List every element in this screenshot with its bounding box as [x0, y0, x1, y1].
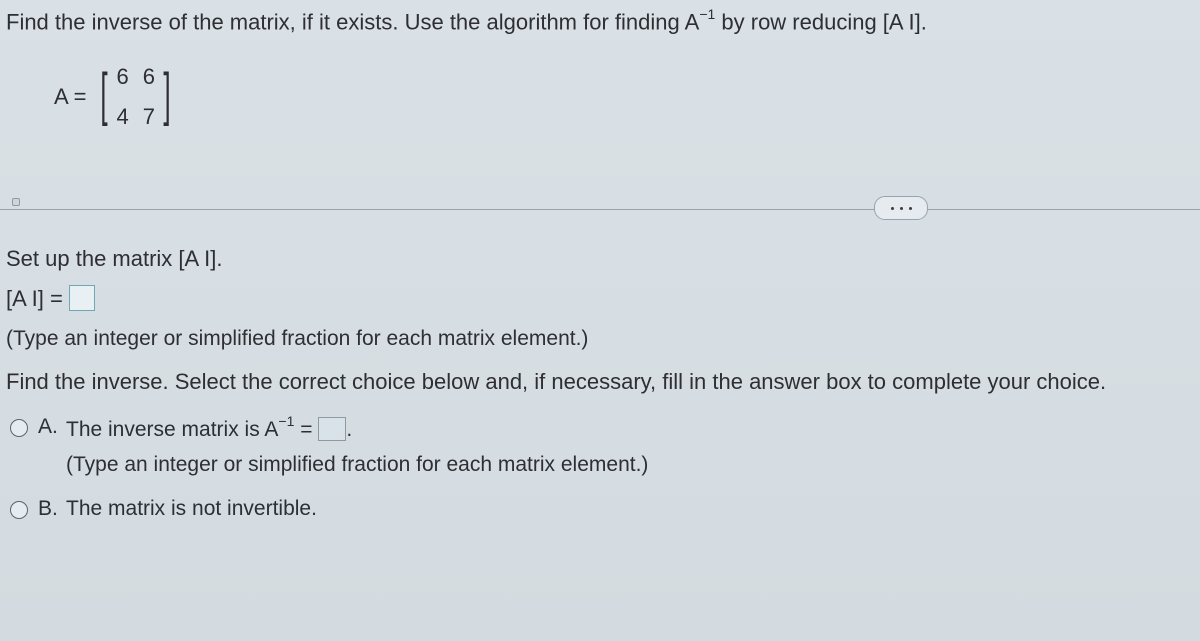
- prompt-text: Find the inverse of the matrix, if it ex…: [6, 8, 1194, 36]
- dot-icon: [891, 207, 894, 210]
- choice-a-exp: −1: [278, 413, 294, 429]
- cell-r2c2: 7: [143, 104, 155, 130]
- more-options-button[interactable]: [874, 196, 928, 220]
- step1-expression: [A I] =: [6, 286, 1194, 313]
- prompt-prefix: Find the inverse of the matrix, if it ex…: [6, 9, 699, 34]
- cell-r1c1: 6: [117, 64, 129, 90]
- cell-r2c1: 4: [117, 104, 129, 130]
- choice-b-letter: B.: [38, 497, 66, 521]
- choice-b: B. The matrix is not invertible.: [10, 497, 1194, 521]
- choice-group: A. The inverse matrix is A−1 = . (Type a…: [10, 415, 1194, 520]
- choice-a-text: The inverse matrix is A−1 = .: [66, 415, 1194, 442]
- choice-a-prefix: The inverse matrix is A: [66, 418, 278, 441]
- step1-label: Set up the matrix [A I].: [6, 246, 1194, 272]
- matrix-lhs: A =: [54, 84, 86, 110]
- choice-a-body: The inverse matrix is A−1 = . (Type an i…: [66, 415, 1194, 476]
- decorative-dot: [12, 198, 20, 206]
- choice-a-suffix: .: [346, 418, 352, 441]
- matrix-cells: 6 6 4 7: [117, 64, 156, 130]
- choice-b-body: The matrix is not invertible.: [66, 497, 1194, 521]
- choice-a-letter: A.: [38, 415, 66, 439]
- dot-icon: [900, 207, 903, 210]
- left-bracket-icon: [: [101, 69, 108, 121]
- step2-label: Find the inverse. Select the correct cho…: [6, 369, 1194, 395]
- matrix-display: A = [ 6 6 4 7 ]: [54, 64, 1194, 130]
- dot-icon: [909, 207, 912, 210]
- problem-statement-section: Find the inverse of the matrix, if it ex…: [0, 0, 1200, 210]
- choice-a-hint: (Type an integer or simplified fraction …: [66, 453, 1194, 477]
- cell-r1c2: 6: [143, 64, 155, 90]
- inverse-input-box[interactable]: [318, 417, 346, 441]
- choice-a-mid: =: [294, 418, 318, 441]
- radio-b[interactable]: [10, 501, 28, 519]
- step1-lhs: [A I] =: [6, 286, 63, 311]
- radio-a[interactable]: [10, 419, 28, 437]
- answer-section: Set up the matrix [A I]. [A I] = (Type a…: [0, 210, 1200, 521]
- matrix-input-box[interactable]: [69, 285, 95, 311]
- right-bracket-icon: ]: [163, 69, 170, 121]
- prompt-exponent: −1: [699, 6, 715, 22]
- choice-b-text: The matrix is not invertible.: [66, 497, 317, 520]
- prompt-suffix: by row reducing [A I].: [715, 9, 927, 34]
- choice-a: A. The inverse matrix is A−1 = . (Type a…: [10, 415, 1194, 476]
- step1-hint: (Type an integer or simplified fraction …: [6, 327, 1194, 351]
